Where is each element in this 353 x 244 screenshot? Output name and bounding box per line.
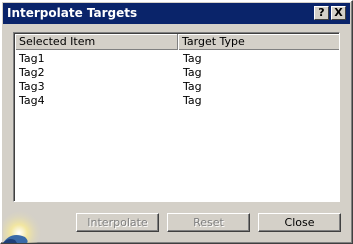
close-button[interactable]: Close	[258, 213, 341, 232]
target-type-cell: Tag	[183, 80, 202, 93]
column-header-selected-item[interactable]: Selected Item	[15, 34, 178, 50]
targets-list[interactable]: Selected Item Target Type Tag1 Tag Tag2 …	[13, 32, 340, 202]
column-header-target-type[interactable]: Target Type	[178, 34, 339, 50]
target-type-cell: Tag	[183, 66, 202, 79]
selected-item-cell: Tag2	[19, 66, 45, 79]
window-title: Interpolate Targets	[7, 6, 138, 20]
interpolate-button[interactable]: Interpolate	[76, 213, 159, 232]
reset-button[interactable]: Reset	[167, 213, 250, 232]
list-header: Selected Item Target Type	[15, 34, 339, 50]
globe-decoration-icon	[3, 207, 45, 243]
target-type-cell: Tag	[183, 94, 202, 107]
selected-item-cell: Tag1	[19, 52, 45, 65]
dialog-window: Interpolate Targets ? X Selected Item Ta…	[0, 0, 353, 244]
close-window-button[interactable]: X	[331, 6, 346, 20]
target-type-cell: Tag	[183, 52, 202, 65]
selected-item-cell: Tag4	[19, 94, 45, 107]
title-bar[interactable]: Interpolate Targets ? X	[3, 3, 350, 24]
selected-item-cell: Tag3	[19, 80, 45, 93]
help-button[interactable]: ?	[314, 6, 329, 20]
